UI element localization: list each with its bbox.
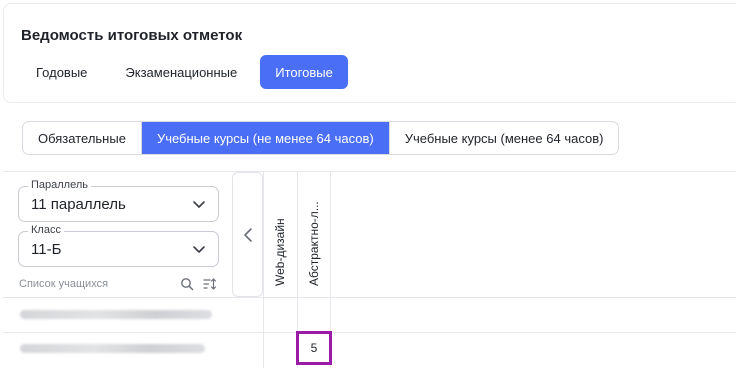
grid-top-divider — [3, 171, 736, 172]
collapse-sidebar-button[interactable] — [232, 172, 263, 297]
tab-final[interactable]: Итоговые — [260, 55, 348, 89]
student-list-label: Список учащихся — [19, 278, 109, 290]
chevron-down-icon — [193, 246, 205, 253]
chevron-left-icon — [244, 228, 252, 242]
parallel-select[interactable]: Параллель 11 параллель — [18, 179, 219, 222]
parallel-select-label: Параллель — [28, 179, 91, 191]
class-select[interactable]: Класс 11-Б — [18, 224, 219, 267]
parallel-select-value: 11 параллель — [31, 196, 126, 213]
tab-exam[interactable]: Экзаменационные — [110, 55, 252, 89]
grade-cell[interactable]: 5 — [296, 331, 332, 365]
sort-icon[interactable] — [203, 277, 217, 291]
column-divider — [263, 172, 264, 368]
page-title: Ведомость итоговых отметок — [21, 27, 243, 44]
student-name-blurred[interactable] — [20, 344, 205, 353]
chevron-down-icon — [193, 201, 205, 208]
column-header-web-design[interactable]: Web-дизайн — [273, 218, 287, 286]
student-name-blurred[interactable] — [20, 310, 212, 319]
search-icon[interactable] — [180, 277, 194, 291]
class-select-value: 11-Б — [31, 241, 62, 258]
filter-mandatory[interactable]: Обязательные — [23, 122, 141, 154]
filter-courses-64-plus[interactable]: Учебные курсы (не менее 64 часов) — [140, 122, 389, 154]
column-header-abstract[interactable]: Абстрактно-л... — [307, 201, 321, 286]
filter-courses-under-64[interactable]: Учебные курсы (менее 64 часов) — [388, 122, 619, 154]
header-row-divider — [3, 297, 736, 298]
row-divider — [3, 332, 736, 333]
course-filter: Обязательные Учебные курсы (не менее 64 … — [22, 121, 620, 155]
class-select-label: Класс — [28, 224, 64, 236]
tab-annual[interactable]: Годовые — [21, 55, 102, 89]
period-tabs: Годовые Экзаменационные Итоговые — [21, 55, 356, 89]
